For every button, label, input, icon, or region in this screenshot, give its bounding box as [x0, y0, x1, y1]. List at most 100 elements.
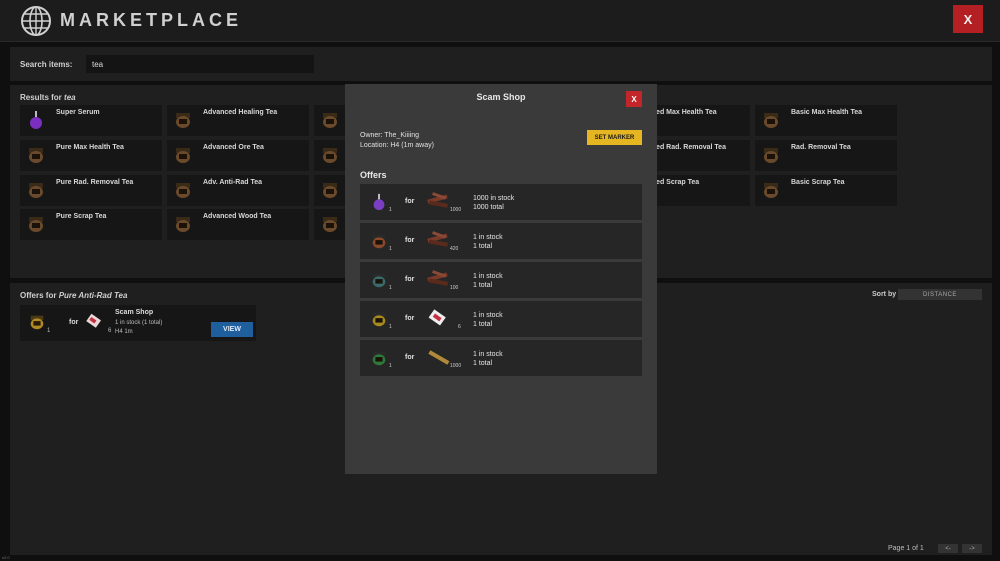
tea-pot-icon — [764, 113, 778, 128]
results-heading: Results for tea — [20, 93, 76, 102]
stick-icon — [428, 350, 450, 365]
stock-info: 1 in stock 1 total — [473, 233, 503, 251]
stock-info: 1 in stock 1 total — [473, 311, 503, 329]
result-tile[interactable]: Pure Max Health Tea — [20, 140, 162, 171]
page-indicator: Page 1 of 1 — [888, 545, 924, 552]
wood-pile-icon — [427, 270, 449, 286]
stock-line: 1 in stock — [473, 351, 503, 358]
for-label: for — [69, 319, 79, 326]
currency-qty: 6 — [108, 328, 112, 334]
item-icon — [372, 312, 386, 327]
result-tile[interactable]: Pure Rad. Removal Tea — [20, 175, 162, 206]
sort-dropdown[interactable]: DISTANCE — [898, 289, 982, 300]
offer-row[interactable]: 1 for 100 1 in stock 1 total — [360, 262, 642, 298]
item-qty: 1 — [389, 246, 392, 252]
offer-row[interactable]: 1 for 420 1 in stock 1 total — [360, 223, 642, 259]
offer-row[interactable]: 1 for 1000 1 in stock 1 total — [360, 340, 642, 376]
next-page-button[interactable]: -> — [962, 544, 982, 553]
tea-pot-icon — [176, 113, 190, 128]
wood-pile-icon — [427, 231, 449, 247]
currency-qty: 420 — [450, 246, 459, 252]
offer-row[interactable]: 1 for 6 1 in stock 1 total — [360, 301, 642, 337]
item-qty: 1 — [47, 328, 51, 334]
tea-pot-icon — [323, 113, 337, 128]
for-label: for — [405, 237, 415, 244]
result-tile[interactable]: Super Serum — [20, 105, 162, 136]
result-tile[interactable]: Adv. Anti-Rad Tea — [167, 175, 309, 206]
currency-qty: 6 — [458, 324, 461, 330]
result-name: Super Serum — [56, 109, 100, 116]
result-tile[interactable]: Pure Scrap Tea — [20, 209, 162, 240]
tea-pot-icon — [29, 148, 43, 163]
currency-qty: 1000 — [450, 363, 462, 369]
for-label: for — [405, 354, 415, 361]
view-button[interactable]: VIEW — [211, 322, 253, 337]
tea-pot-icon — [323, 217, 337, 232]
close-button[interactable]: X — [953, 5, 983, 33]
stock-line: 1 in stock — [473, 234, 503, 241]
stock-info: 1000 in stock 1000 total — [473, 194, 514, 212]
result-name: Adv. Anti-Rad Tea — [203, 179, 262, 186]
result-tile[interactable]: Advanced Healing Tea — [167, 105, 309, 136]
item-icon — [372, 273, 386, 288]
result-tile[interactable]: Advanced Ore Tea — [167, 140, 309, 171]
result-name: Pure Rad. Removal Tea — [56, 179, 134, 186]
item-icon — [373, 193, 385, 211]
item-icon — [372, 351, 386, 366]
result-name: Advanced Ore Tea — [203, 144, 264, 151]
tea-pot-icon — [764, 148, 778, 163]
stock-line: 1 in stock — [473, 273, 503, 280]
set-marker-button[interactable]: SET MARKER — [587, 130, 642, 145]
header-bar: MARKETPLACE X — [0, 0, 1000, 42]
total-line: 1 total — [473, 321, 493, 328]
version-label: v2.0 — [2, 555, 10, 560]
stock-info: 1 in stock 1 total — [473, 272, 503, 290]
total-line: 1 total — [473, 360, 493, 367]
prev-page-button[interactable]: <- — [938, 544, 958, 553]
shop-name: Scam Shop — [115, 309, 154, 316]
purple-serum-icon — [30, 111, 42, 129]
search-label: Search items: — [20, 60, 73, 69]
shop-modal: Scam Shop X Owner: The_Kiiiing Location:… — [345, 84, 657, 474]
currency-qty: 1000 — [450, 207, 462, 213]
result-tile[interactable]: Basic Max Health Tea — [755, 105, 897, 136]
ticket-icon — [86, 313, 102, 328]
offer-card: 1 for 6 Scam Shop 1 in stock (1 total) H… — [20, 305, 256, 341]
total-line: 1 total — [473, 243, 493, 250]
result-tile[interactable]: Basic Scrap Tea — [755, 175, 897, 206]
tea-pot-icon — [176, 148, 190, 163]
stock-line: 1000 in stock — [473, 195, 515, 202]
offer-row[interactable]: 1 for 1000 1000 in stock 1000 total — [360, 184, 642, 220]
item-qty: 1 — [389, 324, 392, 330]
result-name: Basic Scrap Tea — [791, 179, 845, 186]
tea-pot-icon — [30, 315, 44, 330]
result-name: Pure Scrap Tea — [56, 213, 107, 220]
offers-heading: Offers for Pure Anti-Rad Tea — [20, 291, 128, 300]
stock-line: 1 in stock (1 total) — [115, 320, 163, 326]
globe-icon — [21, 6, 51, 36]
total-line: 1 total — [473, 282, 493, 289]
ticket-icon — [428, 309, 446, 326]
result-tile[interactable]: Rad. Removal Tea — [755, 140, 897, 171]
result-name: Rad. Removal Tea — [791, 144, 851, 151]
page-title: MARKETPLACE — [60, 10, 242, 30]
tea-pot-icon — [323, 148, 337, 163]
tea-pot-icon — [323, 183, 337, 198]
result-name: Advanced Healing Tea — [203, 109, 278, 116]
modal-title: Scam Shop — [476, 92, 526, 102]
search-panel: Search items: — [10, 47, 992, 81]
tea-pot-icon — [29, 217, 43, 232]
location-line: Location: H4 (1m away) — [360, 142, 434, 149]
sort-label: Sort by — [872, 291, 897, 298]
modal-close-button[interactable]: X — [626, 91, 642, 107]
location-line: H4 1m — [115, 329, 133, 335]
currency-qty: 100 — [450, 285, 459, 291]
result-tile[interactable]: Advanced Wood Tea — [167, 209, 309, 240]
item-icon — [372, 234, 386, 249]
stock-line: 1 in stock — [473, 312, 503, 319]
search-input[interactable] — [86, 55, 314, 73]
tea-pot-icon — [176, 217, 190, 232]
offers-heading: Offers — [360, 170, 387, 180]
item-qty: 1 — [389, 363, 392, 369]
item-qty: 1 — [389, 285, 392, 291]
